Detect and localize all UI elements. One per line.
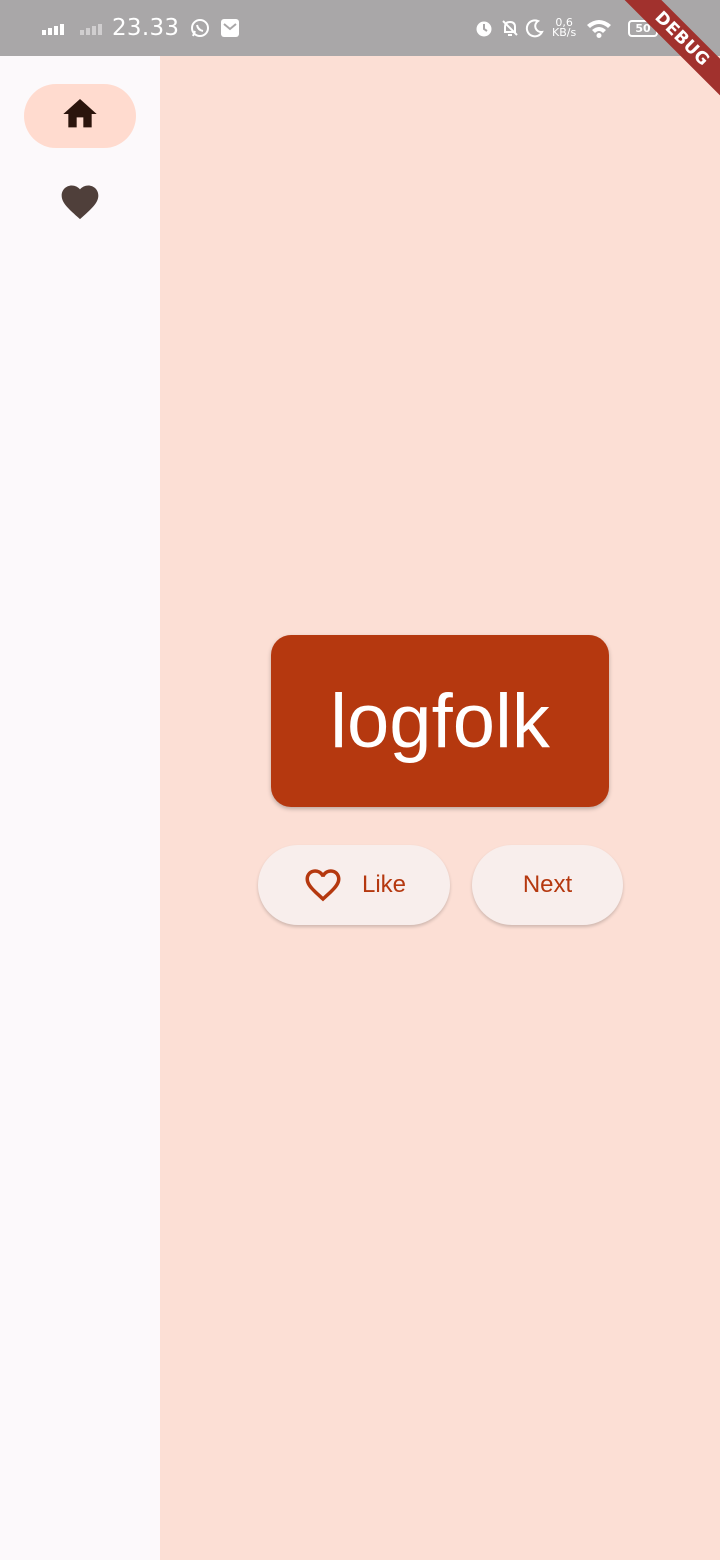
alarm-icon [474,0,494,56]
home-icon [60,94,100,138]
word-pair-card: logfolk [271,635,609,807]
moon-icon [525,0,545,56]
next-button[interactable]: Next [472,845,623,925]
mail-icon [220,0,240,56]
like-button-label: Like [361,871,407,898]
app-screen: 23.33 0,6 KB/s 50 DEBUG logfolk Like Nex… [0,0,720,1560]
heart-outline-icon [302,864,344,906]
main-content: logfolk Like Next [160,56,720,1560]
whatsapp-icon [190,0,210,56]
network-speed: 0,6 KB/s [552,0,576,56]
status-bar: 23.33 0,6 KB/s 50 [0,0,720,56]
bell-muted-icon [500,0,520,56]
signal-icon [42,0,64,56]
network-speed-unit: KB/s [552,26,577,39]
wifi-icon [586,0,612,56]
next-button-label: Next [522,871,573,898]
like-button[interactable]: Like [258,845,450,925]
nav-home[interactable] [24,84,136,148]
heart-filled-icon [58,180,102,228]
status-time: 23.33 [112,15,180,41]
signal-icon [80,0,102,56]
navigation-rail [0,56,160,1560]
nav-favorites[interactable] [24,172,136,236]
word-pair-text: logfolk [330,678,550,764]
